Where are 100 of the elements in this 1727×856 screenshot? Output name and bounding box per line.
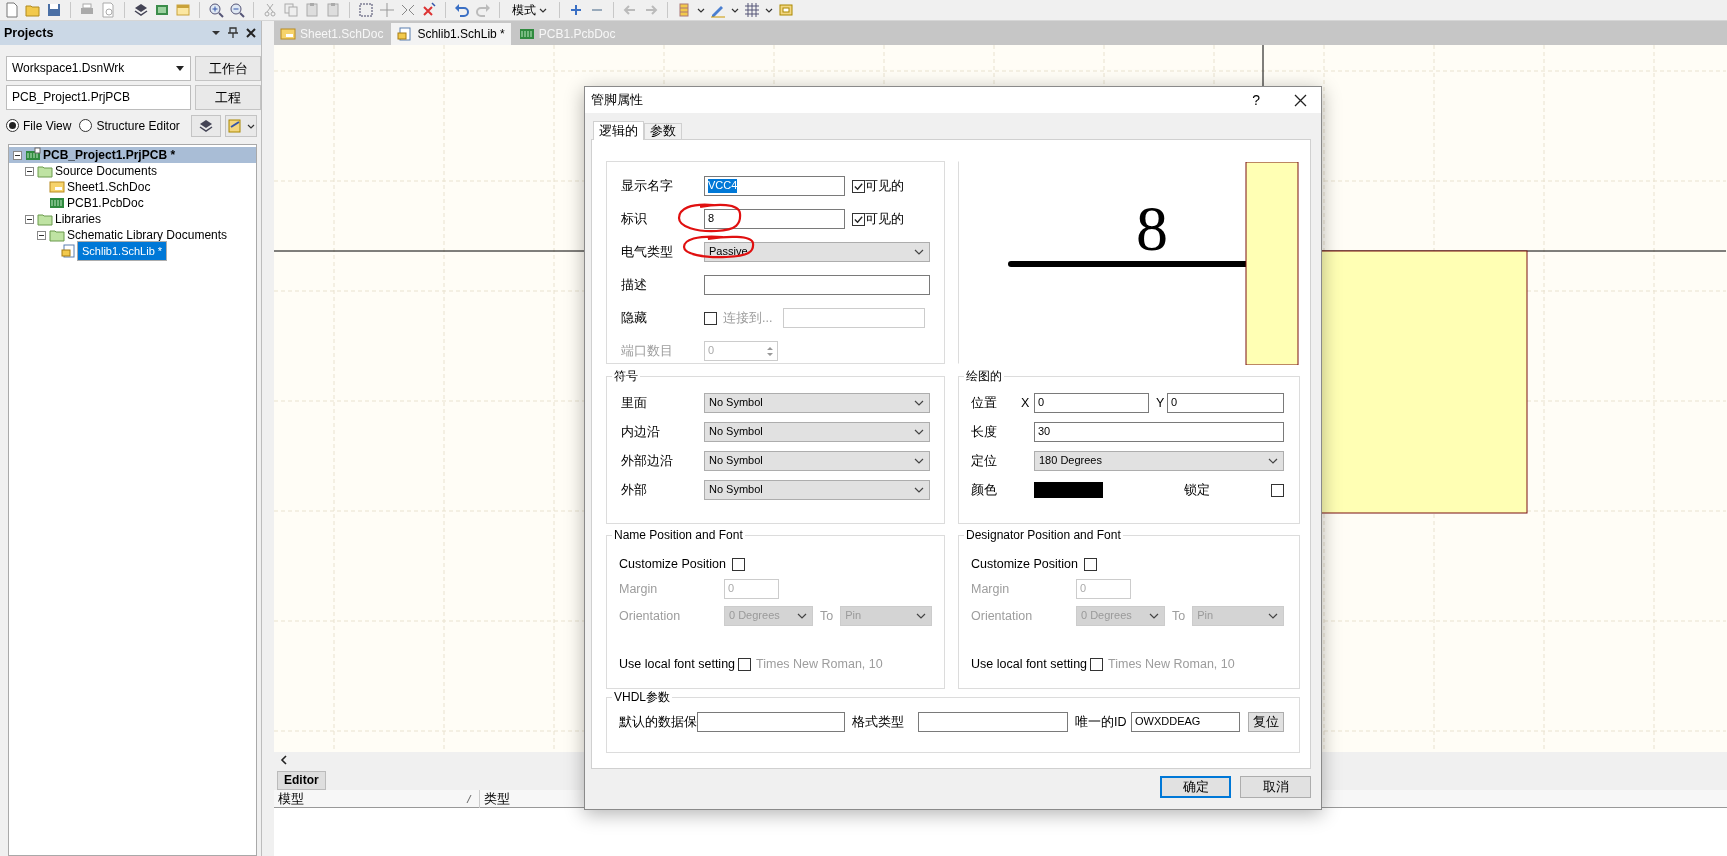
undo-icon[interactable] bbox=[454, 2, 470, 18]
column-header[interactable]: 模型 bbox=[278, 790, 304, 807]
reset-button[interactable]: 复位 bbox=[1248, 712, 1284, 732]
field-label: 格式类型 bbox=[852, 714, 905, 730]
checkbox[interactable] bbox=[1084, 557, 1097, 571]
tree-item[interactable]: PCB1.PcbDoc bbox=[65, 195, 146, 211]
checkbox[interactable] bbox=[704, 311, 717, 325]
caret-icon bbox=[731, 6, 739, 14]
folder-icon bbox=[49, 227, 65, 243]
caret-icon bbox=[247, 122, 255, 130]
field-label: X bbox=[1021, 395, 1031, 411]
dropdown[interactable]: No Symbol bbox=[704, 393, 930, 413]
print-preview-icon[interactable] bbox=[100, 2, 116, 18]
caret-icon[interactable] bbox=[211, 29, 221, 37]
input-field[interactable]: 0 bbox=[1034, 393, 1149, 413]
layers-icon[interactable] bbox=[133, 2, 149, 18]
checkbox[interactable] bbox=[1090, 657, 1104, 671]
field-label: To bbox=[820, 608, 834, 624]
input-field[interactable] bbox=[918, 712, 1068, 732]
field-label: 里面 bbox=[621, 395, 648, 411]
x-mark-icon[interactable] bbox=[421, 2, 437, 18]
field-label: Use local font setting bbox=[971, 656, 1088, 672]
field-label: 显示名字 bbox=[621, 178, 674, 194]
input-field[interactable] bbox=[704, 275, 930, 295]
collapse-toggle[interactable] bbox=[13, 150, 22, 160]
panel-tab[interactable]: Editor bbox=[277, 771, 326, 790]
tree-item[interactable]: Source Documents bbox=[53, 163, 160, 179]
circuit-board-icon bbox=[49, 195, 65, 211]
field-label: 长度 bbox=[971, 424, 998, 440]
collapse-toggle[interactable] bbox=[25, 214, 34, 224]
dropdown[interactable]: No Symbol bbox=[704, 480, 930, 500]
ok-button[interactable]: 确定 bbox=[1160, 776, 1231, 798]
workspace-dropdown[interactable]: Workspace1.DsnWrk bbox=[6, 56, 192, 81]
new-file-icon[interactable] bbox=[4, 2, 20, 18]
input-field[interactable]: 30 bbox=[1034, 422, 1284, 442]
toolbar-button[interactable] bbox=[225, 115, 257, 137]
dropdown[interactable]: No Symbol bbox=[704, 451, 930, 471]
checkbox[interactable] bbox=[732, 557, 745, 571]
grid-icon[interactable] bbox=[744, 2, 760, 18]
project-button[interactable]: 工程 bbox=[195, 85, 261, 110]
help-button[interactable]: ? bbox=[1252, 91, 1260, 109]
collapse-toggle[interactable] bbox=[37, 230, 46, 240]
chevrons-icon[interactable] bbox=[400, 2, 416, 18]
pin-icon[interactable] bbox=[227, 27, 239, 39]
tree-item[interactable]: Sheet1.SchDoc bbox=[65, 179, 153, 195]
radio-option[interactable]: Structure Editor bbox=[79, 118, 180, 134]
field-label: 位置 bbox=[971, 395, 998, 411]
circuit-board-icon[interactable] bbox=[154, 2, 170, 18]
input-field[interactable]: VCC4 bbox=[704, 176, 845, 196]
box-icon[interactable] bbox=[778, 2, 794, 18]
radio-option[interactable]: File View bbox=[6, 118, 72, 134]
plus-icon[interactable] bbox=[568, 2, 584, 18]
input-field[interactable] bbox=[697, 712, 845, 732]
collapse-toggle[interactable] bbox=[25, 166, 34, 176]
tree-item[interactable]: Libraries bbox=[53, 211, 104, 227]
dropdown[interactable]: Passive bbox=[704, 242, 930, 262]
column-header[interactable]: 类型 bbox=[484, 790, 510, 807]
field-label: To bbox=[1172, 608, 1186, 624]
zoom-out-icon[interactable] bbox=[229, 2, 245, 18]
document-stack-icon[interactable] bbox=[676, 2, 692, 18]
field-label: Times New Roman, 10 bbox=[756, 656, 883, 672]
cancel-button[interactable]: 取消 bbox=[1240, 776, 1311, 798]
checkbox[interactable] bbox=[852, 179, 865, 193]
checkbox[interactable] bbox=[738, 657, 752, 671]
input-field[interactable]: OWXDDEAG bbox=[1131, 712, 1240, 732]
close-icon[interactable] bbox=[1294, 93, 1307, 107]
tab[interactable]: 参数 bbox=[644, 123, 682, 139]
input-field[interactable]: 0 bbox=[1167, 393, 1284, 413]
group-title: 绘图的 bbox=[964, 369, 1004, 383]
tab[interactable]: 逻辑的 bbox=[593, 121, 644, 140]
zoom-in-icon[interactable] bbox=[208, 2, 224, 18]
document-tab[interactable]: Schlib1.SchLib * bbox=[391, 23, 511, 45]
toolbar-button[interactable] bbox=[191, 115, 221, 137]
group-title: 符号 bbox=[612, 369, 640, 383]
scroll-left-icon[interactable] bbox=[280, 755, 288, 765]
input-field[interactable] bbox=[783, 308, 925, 328]
schematic-document-icon bbox=[280, 26, 296, 42]
field-label: Use local font setting bbox=[619, 656, 736, 672]
field-label: 端口数目 bbox=[621, 343, 674, 359]
field-label: 锁定 bbox=[1184, 482, 1211, 498]
close-icon[interactable] bbox=[245, 27, 257, 39]
group-title: Designator Position and Font bbox=[964, 528, 1123, 542]
tree-item[interactable]: Schematic Library Documents bbox=[65, 227, 230, 243]
dashed-rectangle-icon[interactable] bbox=[358, 2, 374, 18]
mode-menu[interactable]: 模式 bbox=[508, 0, 551, 20]
tree-item[interactable]: Schlib1.SchLib * bbox=[77, 241, 168, 261]
color-swatch[interactable] bbox=[1034, 482, 1103, 498]
checkbox[interactable] bbox=[1271, 483, 1284, 497]
dropdown[interactable]: 180 Degrees bbox=[1034, 451, 1284, 471]
workspace-button[interactable]: 工作台 bbox=[195, 56, 261, 81]
library-document-icon bbox=[397, 26, 414, 42]
field-label: Customize Position bbox=[971, 556, 1078, 572]
dropdown[interactable]: No Symbol bbox=[704, 422, 930, 442]
save-icon[interactable] bbox=[46, 2, 62, 18]
project-field[interactable]: PCB_Project1.PrjPCB bbox=[6, 85, 192, 110]
schematic-document-icon bbox=[49, 179, 65, 195]
library-document-icon bbox=[61, 243, 77, 259]
checkbox[interactable] bbox=[852, 212, 865, 226]
input-field[interactable]: 8 bbox=[704, 209, 845, 229]
project-icon bbox=[25, 147, 41, 163]
